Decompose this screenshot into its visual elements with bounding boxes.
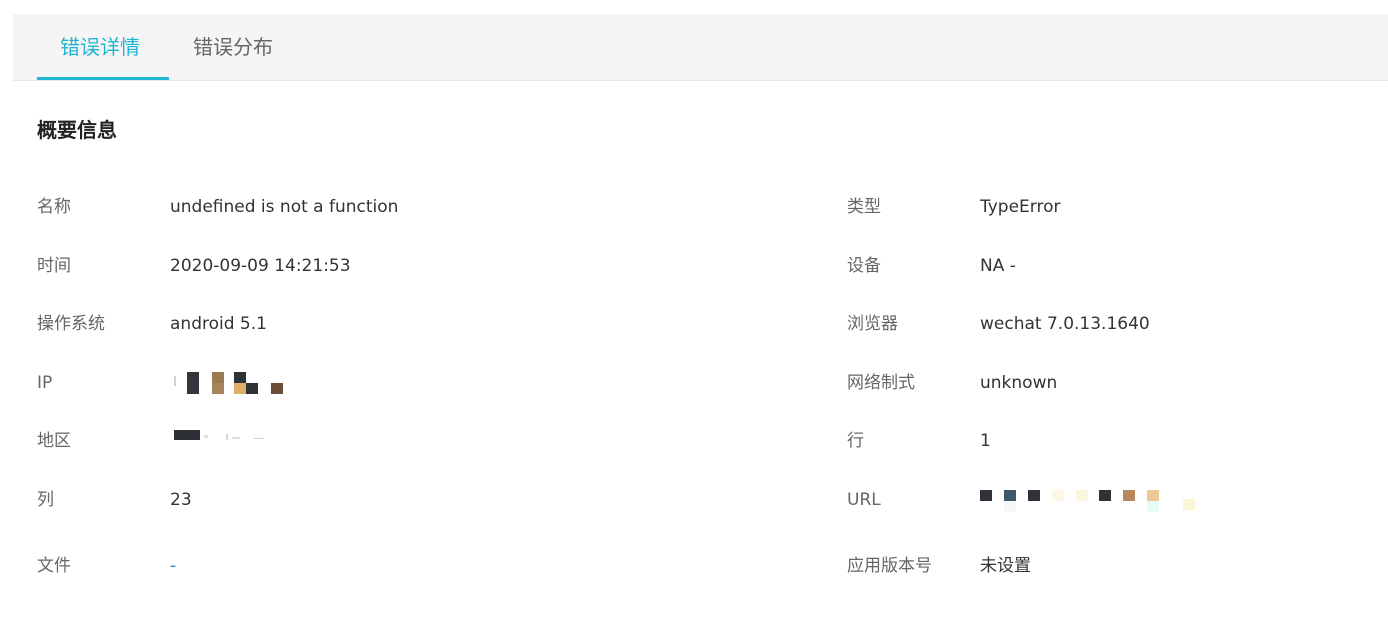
region-label: 地区 (37, 431, 71, 451)
network-value: unknown (980, 373, 1058, 393)
tab-error-details[interactable]: 错误详情 (60, 14, 140, 81)
os-label: 操作系统 (37, 314, 105, 334)
browser-value: wechat 7.0.13.1640 (980, 314, 1150, 334)
section-title: 概要信息 (37, 118, 117, 142)
file-link[interactable]: - (170, 555, 176, 577)
active-tab-indicator (37, 77, 169, 80)
device-value: NA - (980, 256, 1016, 276)
browser-label: 浏览器 (847, 314, 898, 334)
tab-bar: 错误详情 错误分布 (13, 14, 1388, 81)
time-value: 2020-09-09 14:21:53 (170, 256, 351, 276)
type-label: 类型 (847, 197, 881, 217)
url-label: URL (847, 490, 881, 510)
name-label: 名称 (37, 197, 71, 217)
ip-label: IP (37, 373, 53, 393)
line-label: 行 (847, 431, 864, 451)
os-value: android 5.1 (170, 314, 267, 334)
column-value: 23 (170, 490, 192, 510)
region-value-redacted (170, 430, 270, 454)
line-value: 1 (980, 431, 991, 451)
ip-value-redacted (170, 372, 290, 396)
app-version-value: 未设置 (980, 556, 1031, 576)
type-value: TypeError (980, 197, 1061, 217)
tab-error-distribution[interactable]: 错误分布 (193, 14, 273, 81)
time-label: 时间 (37, 256, 71, 276)
file-label: 文件 (37, 556, 71, 576)
network-label: 网络制式 (847, 373, 915, 393)
column-label: 列 (37, 490, 54, 510)
device-label: 设备 (847, 256, 881, 276)
app-version-label: 应用版本号 (847, 556, 932, 576)
name-value: undefined is not a function (170, 197, 399, 217)
url-value-redacted (980, 489, 1200, 515)
